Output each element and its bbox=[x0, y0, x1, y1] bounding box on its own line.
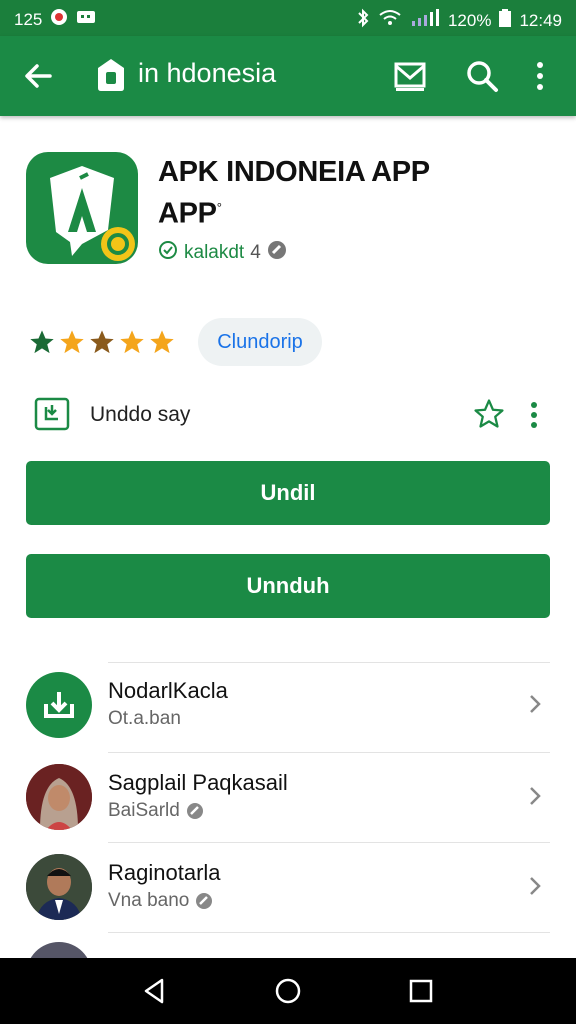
chevron-right-icon bbox=[524, 690, 546, 718]
developer-name[interactable]: kalakdt bbox=[184, 242, 244, 264]
secondary-button[interactable]: Unnduh bbox=[26, 554, 550, 618]
app-icon bbox=[26, 152, 138, 264]
star-icon bbox=[58, 328, 86, 361]
list-divider bbox=[108, 842, 550, 843]
more-vert-icon[interactable] bbox=[530, 58, 550, 94]
app-title-mark: ° bbox=[216, 200, 222, 215]
battery-level: 120% bbox=[447, 10, 492, 30]
list-item-sub: Ot.a.ban bbox=[108, 708, 181, 730]
app-bar-title: in hdonesia bbox=[138, 58, 277, 88]
back-arrow-icon[interactable] bbox=[20, 58, 56, 94]
notification-icon bbox=[50, 8, 68, 31]
list-item-sub: Vna bano bbox=[108, 890, 213, 912]
list-divider bbox=[108, 752, 550, 753]
status-time-right: 12:49 bbox=[519, 10, 562, 30]
bluetooth-icon bbox=[356, 8, 370, 33]
primary-button[interactable]: Undil bbox=[26, 461, 550, 525]
badge-icon bbox=[186, 803, 203, 819]
nav-home-icon[interactable] bbox=[273, 976, 303, 1006]
more-options-icon[interactable] bbox=[526, 399, 542, 431]
download-avatar-icon bbox=[26, 672, 92, 738]
star-icon bbox=[148, 328, 176, 361]
list-item-name: Sagplail Paqkasail bbox=[108, 770, 288, 795]
app-title-text: APK INDONEIA APP APP bbox=[158, 156, 430, 230]
app-logo-icon bbox=[96, 58, 126, 92]
search-icon[interactable] bbox=[464, 58, 500, 94]
badge-icon bbox=[196, 893, 213, 909]
info-row: Unddo say bbox=[34, 395, 549, 435]
message-icon bbox=[76, 9, 96, 30]
avatar bbox=[26, 854, 92, 920]
list-item[interactable]: Raginotarla Vna bano bbox=[0, 846, 576, 934]
download-box-icon bbox=[34, 397, 70, 431]
system-nav-bar bbox=[0, 958, 576, 1024]
list-divider bbox=[108, 932, 550, 933]
list-item-sub-text: Ot.a.ban bbox=[108, 708, 181, 729]
wifi-icon bbox=[378, 9, 402, 32]
chevron-right-icon bbox=[524, 872, 546, 900]
star-icon bbox=[28, 328, 56, 361]
status-time-left: 125 bbox=[14, 9, 43, 29]
category-chip[interactable]: Clundorip bbox=[198, 318, 322, 366]
list-item-sub: BaiSarld bbox=[108, 800, 204, 822]
content-rating-icon bbox=[267, 240, 287, 266]
list-item[interactable]: Sagplail Paqkasail BaiSarld bbox=[0, 756, 576, 844]
app-bar: in hdonesia bbox=[0, 36, 576, 116]
inbox-icon[interactable] bbox=[392, 58, 428, 94]
star-icon bbox=[88, 328, 116, 361]
chevron-right-icon bbox=[524, 782, 546, 810]
star-icon bbox=[118, 328, 146, 361]
list-item-name: NodarlKacla bbox=[108, 678, 228, 703]
signal-icon bbox=[410, 9, 440, 32]
app-title: APK INDONEIA APP APP° bbox=[158, 154, 478, 232]
developer-row: kalakdt 4 bbox=[158, 240, 287, 266]
nav-recents-icon[interactable] bbox=[406, 976, 436, 1006]
list-item-name: Raginotarla bbox=[108, 860, 221, 885]
list-item-sub-text: BaiSarld bbox=[108, 800, 180, 821]
list-divider bbox=[108, 662, 550, 663]
battery-icon bbox=[499, 9, 512, 32]
list-item-sub-text: Vna bano bbox=[108, 890, 190, 911]
nav-back-icon[interactable] bbox=[140, 976, 170, 1006]
status-bar: 125 120% 12:49 bbox=[0, 0, 576, 36]
rating-stars bbox=[28, 328, 176, 361]
wishlist-star-icon[interactable] bbox=[472, 397, 506, 431]
avatar bbox=[26, 764, 92, 830]
version-number: 4 bbox=[250, 242, 261, 263]
list-item[interactable]: NodarlKacla Ot.a.ban bbox=[0, 664, 576, 752]
verified-icon bbox=[158, 240, 178, 266]
info-row-label: Unddo say bbox=[90, 403, 191, 426]
